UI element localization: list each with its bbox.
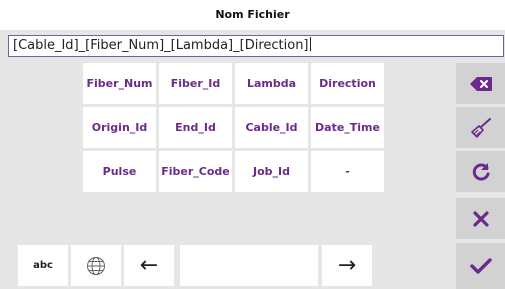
globe-icon — [87, 256, 105, 275]
token-separator-dash[interactable]: - — [311, 151, 384, 192]
clear-button[interactable] — [456, 107, 505, 148]
token-lambda[interactable]: Lambda — [235, 63, 308, 104]
cancel-button[interactable] — [456, 198, 505, 239]
backspace-icon — [469, 76, 492, 91]
cursor-right-button[interactable]: → — [322, 245, 372, 286]
refresh-button[interactable] — [456, 151, 505, 192]
space-key[interactable] — [180, 245, 318, 286]
dialog-title: Nom Fichier — [0, 0, 505, 30]
backspace-button[interactable] — [456, 63, 505, 104]
cursor-left-button[interactable]: ← — [124, 245, 174, 286]
confirm-button[interactable] — [456, 243, 505, 289]
clear-broom-icon — [470, 117, 491, 138]
token-job-id[interactable]: Job_Id — [235, 151, 308, 192]
refresh-icon — [472, 162, 489, 181]
token-fiber-id[interactable]: Fiber_Id — [159, 63, 232, 104]
confirm-check-icon — [469, 258, 492, 274]
token-end-id[interactable]: End_Id — [159, 107, 232, 148]
language-button[interactable] — [71, 245, 121, 286]
token-date-time[interactable]: Date_Time — [311, 107, 384, 148]
token-origin-id[interactable]: Origin_Id — [83, 107, 156, 148]
token-direction[interactable]: Direction — [311, 63, 384, 104]
close-icon — [472, 210, 489, 227]
token-cable-id[interactable]: Cable_Id — [235, 107, 308, 148]
token-pulse[interactable]: Pulse — [83, 151, 156, 192]
token-fiber-num[interactable]: Fiber_Num — [83, 63, 156, 104]
text-caret — [309, 37, 311, 51]
token-fiber-code[interactable]: Fiber_Code — [159, 151, 232, 192]
filename-value: [Cable_Id]_[Fiber_Num]_[Lambda]_[Directi… — [13, 38, 309, 53]
abc-keyboard-button[interactable]: abc — [18, 245, 68, 286]
filename-input[interactable]: [Cable_Id]_[Fiber_Num]_[Lambda]_[Directi… — [8, 35, 504, 57]
